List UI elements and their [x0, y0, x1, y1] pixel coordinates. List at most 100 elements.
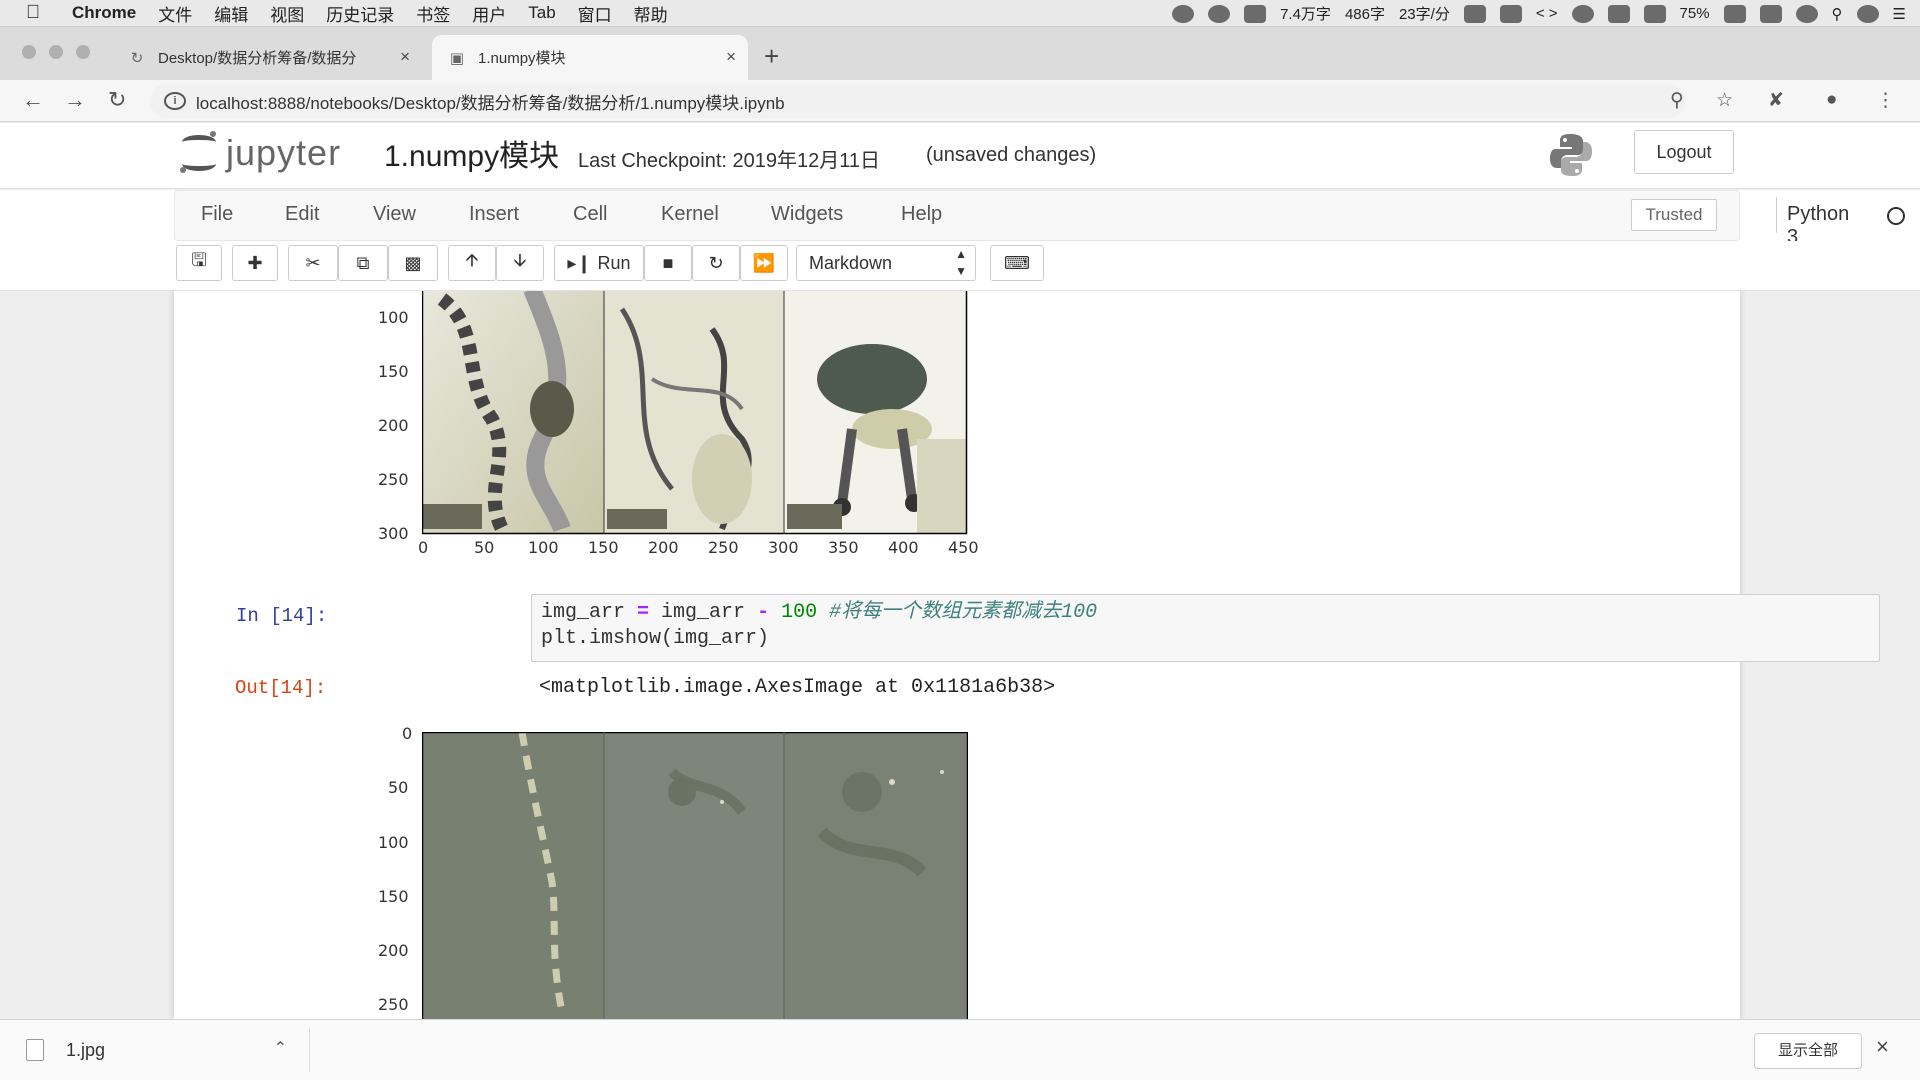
chevron-up-icon[interactable]: ⌃: [274, 1038, 287, 1058]
cell-type-select[interactable]: Markdown ▲ ▼: [796, 245, 976, 281]
x-tick: 400: [888, 538, 919, 557]
menu-window[interactable]: 窗口: [578, 1, 612, 26]
show-all-button[interactable]: 显示全部: [1754, 1033, 1862, 1069]
logout-button[interactable]: Logout: [1634, 130, 1734, 174]
notebook-name[interactable]: 1.numpy模块: [384, 131, 559, 175]
restart-run-all-button[interactable]: ⏩: [740, 245, 788, 281]
typing-speed: 23字/分: [1398, 6, 1450, 23]
notebook-area[interactable]: 100 150 200 250 300 0 50 100 150 200 250…: [0, 291, 1920, 1019]
cloud-status-icon[interactable]: [1208, 4, 1231, 23]
apple-icon[interactable]: : [26, 2, 54, 24]
copy-button[interactable]: ⧉: [338, 245, 388, 281]
cut-button[interactable]: ✂: [288, 245, 338, 281]
site-info-icon[interactable]: i: [164, 92, 186, 110]
command-palette-button[interactable]: ⌨: [990, 245, 1044, 281]
address-bar-row: ← → ↻ i localhost:8888/notebooks/Desktop…: [0, 80, 1920, 122]
menu-tab[interactable]: Tab: [528, 3, 555, 23]
menu-edit[interactable]: 编辑: [214, 1, 248, 26]
battery-icon[interactable]: [1723, 4, 1746, 23]
window-minimize-button[interactable]: [49, 45, 63, 59]
code-icon[interactable]: < >: [1536, 5, 1558, 22]
menu-view[interactable]: 视图: [270, 1, 304, 26]
wifi-icon[interactable]: [1571, 4, 1594, 23]
airplay-icon[interactable]: [1607, 4, 1630, 23]
x-tick: 100: [528, 538, 559, 557]
download-item[interactable]: 1.jpg ⌃: [26, 1028, 310, 1072]
menu-history[interactable]: 历史记录: [326, 1, 394, 26]
menu-view[interactable]: View: [373, 203, 416, 226]
paste-icon: ▩: [404, 252, 422, 273]
app-status-icon[interactable]: [1499, 4, 1522, 23]
profile-icon[interactable]: ●: [1826, 89, 1837, 111]
jupyter-logo-icon: [180, 131, 220, 175]
url-text[interactable]: localhost:8888/notebooks/Desktop/数据分析筹备/…: [196, 89, 785, 114]
menu-insert[interactable]: Insert: [469, 203, 519, 226]
code-cell-input[interactable]: img_arr = img_arr - 100 #将每一个数组元素都减去100 …: [531, 594, 1880, 662]
window-close-button[interactable]: [22, 45, 36, 59]
jupyter-menubar: File Edit View Insert Cell Kernel Widget…: [174, 190, 1905, 248]
spotlight-search-icon[interactable]: ⚲: [1832, 5, 1843, 23]
forward-icon[interactable]: →: [64, 87, 86, 113]
menu-widgets[interactable]: Widgets: [771, 203, 843, 226]
tab-close-icon[interactable]: ×: [726, 47, 736, 67]
screen-status-icon[interactable]: [1244, 4, 1267, 23]
input-status-icon[interactable]: [1463, 4, 1486, 23]
run-button[interactable]: ▸❙ Run: [554, 245, 644, 281]
tab-title: 1.numpy模块: [478, 50, 566, 67]
volume-icon[interactable]: [1643, 4, 1666, 23]
browser-tab-strip: ↻ Desktop/数据分析筹备/数据分 × ▣ 1.numpy模块 × +: [0, 27, 1920, 80]
reload-icon[interactable]: ↻: [108, 87, 126, 113]
y-tick: 250: [378, 470, 409, 489]
insert-cell-button[interactable]: ✚: [232, 245, 278, 281]
window-zoom-button[interactable]: [76, 45, 90, 59]
sogou-icon[interactable]: [1759, 4, 1782, 23]
omnibox[interactable]: i localhost:8888/notebooks/Desktop/数据分析筹…: [150, 84, 1686, 118]
move-down-button[interactable]: 🡫: [496, 245, 544, 281]
tab-close-icon[interactable]: ×: [400, 47, 410, 67]
gear-status-icon[interactable]: [1172, 4, 1195, 23]
jupyter-logo[interactable]: jupyter: [180, 131, 341, 175]
clock-icon[interactable]: [1795, 4, 1818, 23]
zoom-icon[interactable]: ⚲: [1670, 89, 1684, 112]
arrow-up-icon: 🡩: [465, 250, 479, 270]
menu-people[interactable]: 用户: [472, 1, 506, 26]
close-icon[interactable]: ×: [1876, 1034, 1889, 1060]
bookmark-star-icon[interactable]: ☆: [1716, 89, 1733, 112]
restart-button[interactable]: ↻: [692, 245, 740, 281]
status-area: 7.4万字 486字 23字/分 < > 75% ⚲ ☰: [1172, 0, 1906, 27]
menu-edit[interactable]: Edit: [285, 203, 319, 226]
menu-help[interactable]: Help: [901, 203, 942, 226]
y-tick: 100: [378, 833, 409, 852]
arrow-down-icon: 🡫: [513, 250, 527, 270]
more-menu-icon[interactable]: ⋮: [1876, 89, 1895, 112]
menu-bookmarks[interactable]: 书签: [416, 1, 450, 26]
menu-file[interactable]: File: [201, 203, 233, 226]
kernel-idle-icon: [1887, 207, 1905, 225]
tab-numpy[interactable]: ▣ 1.numpy模块 ×: [432, 35, 748, 80]
x-tick: 50: [474, 538, 495, 557]
back-icon[interactable]: ←: [22, 87, 44, 113]
divider: [1776, 197, 1777, 233]
x-tick: 0: [418, 538, 429, 557]
mac-menu-bar:  Chrome 文件 编辑 视图 历史记录 书签 用户 Tab 窗口 帮助 7…: [0, 0, 1920, 27]
notification-center-icon[interactable]: ☰: [1893, 5, 1906, 23]
menu-help[interactable]: 帮助: [634, 1, 668, 26]
scissors-icon: ✂: [305, 252, 321, 273]
tab-desktop[interactable]: ↻ Desktop/数据分析筹备/数据分 ×: [112, 35, 422, 80]
select-arrows-icon: ▲ ▼: [955, 247, 967, 278]
copy-icon: ⧉: [356, 252, 370, 273]
save-button[interactable]: 🖫: [176, 245, 222, 281]
extension-icon[interactable]: ✘: [1768, 89, 1784, 112]
siri-icon[interactable]: [1856, 4, 1879, 23]
trusted-indicator[interactable]: Trusted: [1631, 199, 1717, 231]
move-up-button[interactable]: 🡩: [448, 245, 496, 281]
paste-button[interactable]: ▩: [388, 245, 438, 281]
menu-kernel[interactable]: Kernel: [661, 203, 719, 226]
menu-cell[interactable]: Cell: [573, 203, 607, 226]
new-tab-button[interactable]: +: [764, 41, 779, 72]
interrupt-button[interactable]: ■: [644, 245, 692, 281]
menu-app-chrome[interactable]: Chrome: [72, 3, 136, 23]
y-tick: 250: [378, 995, 409, 1014]
word-count-session: 486字: [1344, 6, 1385, 23]
menu-file[interactable]: 文件: [158, 1, 192, 26]
